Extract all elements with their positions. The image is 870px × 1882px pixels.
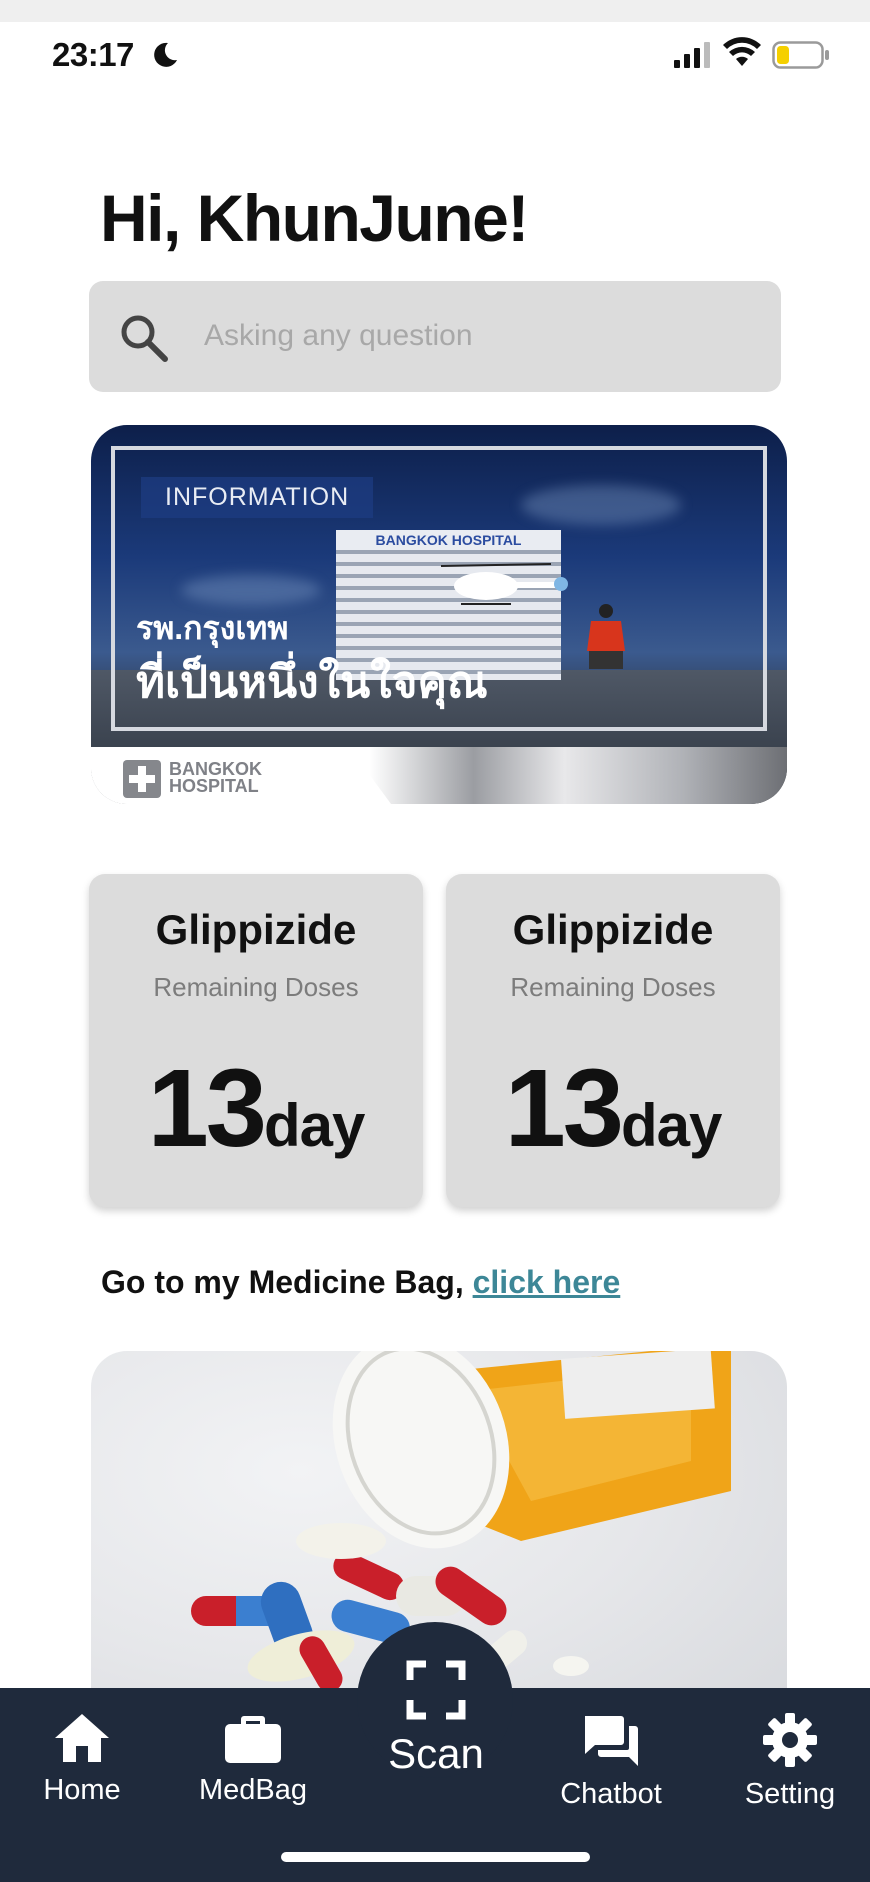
gear-icon bbox=[763, 1713, 817, 1767]
nav-home-label: Home bbox=[43, 1774, 121, 1806]
home-indicator[interactable] bbox=[281, 1852, 590, 1862]
nav-medbag-label: MedBag bbox=[198, 1774, 307, 1806]
nav-scan[interactable]: Scan bbox=[378, 1660, 494, 1778]
dose-number: 13 bbox=[147, 1047, 267, 1170]
home-icon bbox=[55, 1714, 109, 1762]
info-banner[interactable]: BANGKOK HOSPITAL INFORMATION รพ.กรุงเทพ … bbox=[91, 425, 787, 804]
dose-value: 13day bbox=[89, 1054, 423, 1164]
medbag-prompt-text: Go to my Medicine Bag, bbox=[101, 1264, 473, 1300]
wifi-icon bbox=[723, 37, 761, 66]
signal-icon bbox=[674, 42, 710, 68]
drug-name: Glippizide bbox=[512, 906, 714, 953]
top-strip bbox=[0, 0, 870, 22]
battery-icon bbox=[772, 41, 829, 69]
search-input[interactable]: Asking any question bbox=[204, 319, 473, 353]
nav-chatbot[interactable]: Chatbot bbox=[548, 1712, 674, 1811]
dose-unit: day bbox=[263, 1092, 365, 1159]
nav-medbag[interactable]: MedBag bbox=[187, 1712, 319, 1807]
nav-home[interactable]: Home bbox=[30, 1712, 134, 1807]
dose-subtitle: Remaining Doses bbox=[510, 972, 716, 1002]
nav-setting[interactable]: Setting bbox=[732, 1712, 848, 1811]
chat-bubbles-icon bbox=[585, 1716, 638, 1766]
search-bar[interactable]: Asking any question bbox=[89, 281, 781, 392]
nav-chatbot-label: Chatbot bbox=[560, 1778, 662, 1810]
logo-text-line-2: HOSPITAL bbox=[169, 776, 259, 796]
scan-frame-icon bbox=[406, 1660, 466, 1720]
bangkok-hospital-logo-icon bbox=[123, 760, 161, 798]
nav-scan-label: Scan bbox=[388, 1730, 484, 1777]
dose-subtitle: Remaining Doses bbox=[153, 972, 359, 1002]
drug-name: Glippizide bbox=[155, 906, 357, 953]
bangkok-hospital-logo-text: BANGKOK HOSPITAL bbox=[169, 760, 262, 796]
dose-unit: day bbox=[620, 1092, 722, 1159]
search-icon bbox=[121, 315, 168, 362]
banner-headline-2: ที่เป็นหนึ่งในใจคุณ bbox=[136, 658, 488, 707]
status-time: 23:17 bbox=[52, 36, 134, 73]
information-tag: INFORMATION bbox=[141, 477, 374, 518]
medbag-link[interactable]: click here bbox=[473, 1264, 621, 1300]
greeting-title: Hi, KhunJune! bbox=[100, 181, 529, 255]
dose-card[interactable]: Glippizide Remaining Doses 13day bbox=[89, 874, 423, 1207]
medbag-prompt: Go to my Medicine Bag, click here bbox=[101, 1264, 620, 1301]
nav-setting-label: Setting bbox=[744, 1778, 836, 1810]
dose-number: 13 bbox=[504, 1047, 624, 1170]
briefcase-icon bbox=[225, 1716, 281, 1763]
dose-value: 13day bbox=[446, 1054, 780, 1164]
moon-icon bbox=[154, 42, 177, 67]
dose-card[interactable]: Glippizide Remaining Doses 13day bbox=[446, 874, 780, 1207]
